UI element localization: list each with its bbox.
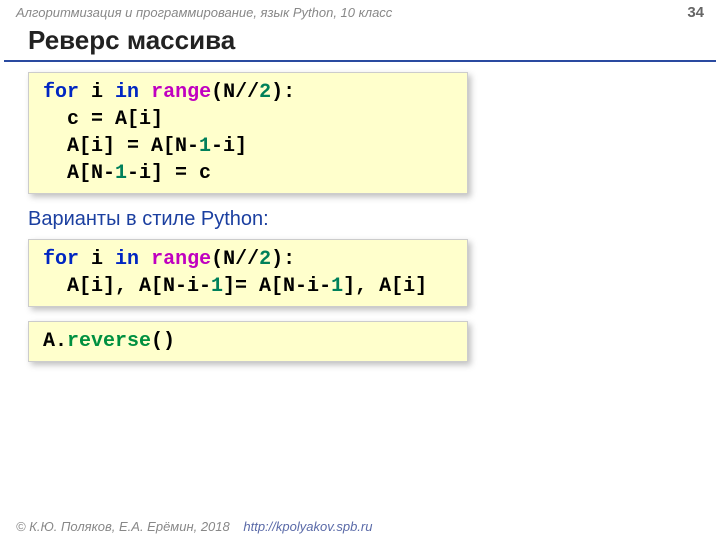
code-line: A.reverse() bbox=[43, 328, 453, 355]
slide-title: Реверс массива bbox=[0, 23, 720, 60]
code-line: for i in range(N//2): bbox=[43, 246, 453, 273]
footer-url: http://kpolyakov.spb.ru bbox=[243, 519, 372, 534]
code-line: for i in range(N//2): bbox=[43, 79, 453, 106]
code-block-2: for i in range(N//2): A[i], A[N-i-1]= A[… bbox=[28, 239, 468, 307]
code-block-3: A.reverse() bbox=[28, 321, 468, 362]
code-line: A[i] = A[N-1-i] bbox=[43, 133, 453, 160]
code-block-1: for i in range(N//2): с = A[i] A[i] = A[… bbox=[28, 72, 468, 194]
slide-header: Алгоритмизация и программирование, язык … bbox=[0, 0, 720, 23]
code-line: A[i], A[N-i-1]= A[N-i-1], A[i] bbox=[43, 273, 453, 300]
subheading: Варианты в стиле Python: bbox=[28, 208, 692, 231]
copyright: © К.Ю. Поляков, Е.А. Ерёмин, 2018 bbox=[16, 519, 230, 534]
slide-content: for i in range(N//2): с = A[i] A[i] = A[… bbox=[0, 72, 720, 362]
slide-footer: © К.Ю. Поляков, Е.А. Ерёмин, 2018 http:/… bbox=[16, 519, 372, 534]
course-label: Алгоритмизация и программирование, язык … bbox=[16, 5, 392, 20]
code-line: с = A[i] bbox=[43, 106, 453, 133]
page-number: 34 bbox=[687, 4, 704, 21]
code-line: A[N-1-i] = с bbox=[43, 160, 453, 187]
title-divider bbox=[4, 60, 716, 62]
